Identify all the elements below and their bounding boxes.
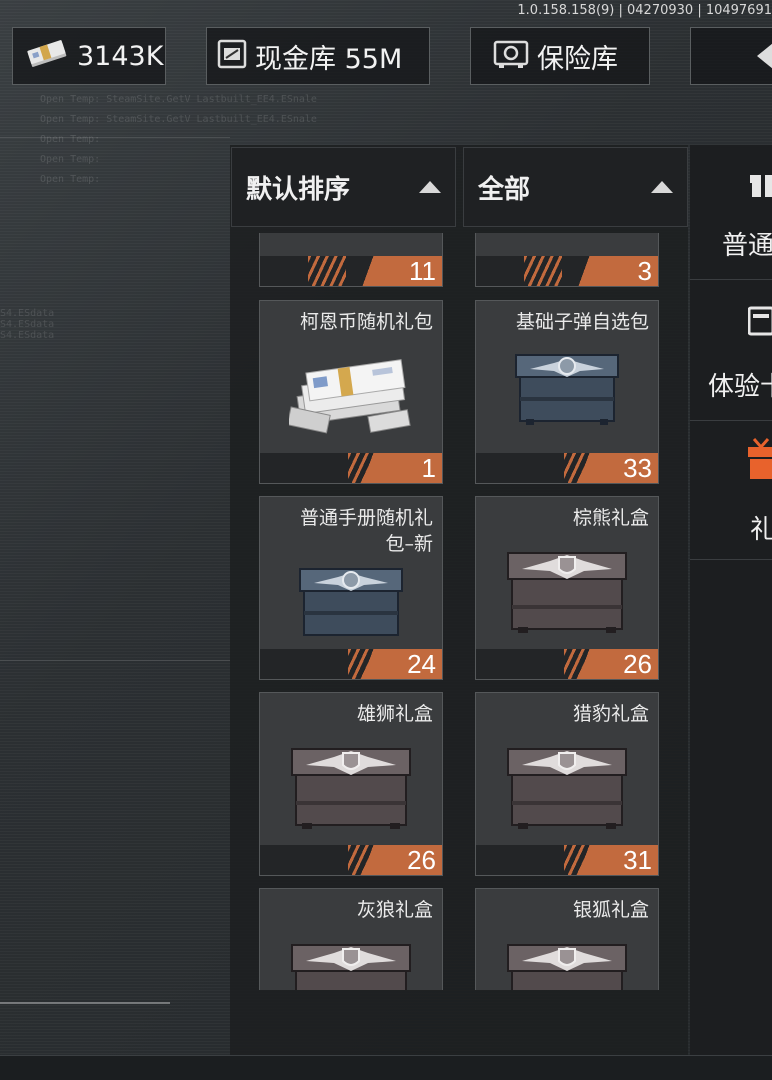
side-tab-gift[interactable]: 礼 (690, 421, 772, 560)
grey-crate-icon (286, 937, 416, 990)
count-stripes (564, 453, 602, 483)
gift-orange-icon (748, 437, 772, 485)
version-text: 1.0.158.158(9) | 04270930 | 10497691 (517, 3, 772, 18)
item-name: 灰狼礼盒 (356, 899, 433, 921)
item-card[interactable]: 基础子弹自选包 33 (475, 300, 659, 484)
back-button[interactable] (690, 27, 772, 85)
count-stripes (348, 453, 386, 483)
item-name: 猎豹礼盒 (572, 703, 649, 725)
item-count: 24 (407, 649, 436, 679)
side-tab-normal[interactable]: 普通 (690, 145, 772, 280)
item-card[interactable]: 11 (259, 233, 443, 287)
grey-crate-icon (286, 741, 416, 837)
bg-code-side: S4.ESdata S4.ESdata S4.ESdata (0, 308, 55, 341)
item-card[interactable]: 棕熊礼盒 26 (475, 496, 659, 680)
chevron-up-icon (651, 181, 673, 193)
cash-vault-button[interactable]: 现金库 55M (206, 27, 430, 85)
sort-label: 默认排序 (246, 174, 351, 205)
cash-vault-icon (217, 39, 247, 73)
item-count: 26 (623, 649, 652, 679)
item-name: 柯恩币随机礼包 (299, 311, 433, 333)
item-name: 基础子弹自选包 (515, 311, 649, 333)
money-icon (25, 36, 69, 76)
grey-crate-icon (502, 545, 632, 641)
count-stripes (348, 845, 386, 875)
item-name: 普通手册随机礼包–新 (299, 507, 433, 555)
money-bundle-icon (286, 349, 413, 439)
blue-crate-icon (512, 349, 622, 433)
item-grid[interactable]: 11 3 柯恩币随机礼包 1 基础子弹自选包 33 普通手册随机礼包–新 24 … (230, 233, 688, 990)
item-count: 26 (407, 845, 436, 875)
sort-dropdown[interactable]: 默认排序 (231, 147, 456, 227)
category-label: 全部 (478, 174, 531, 205)
item-card[interactable]: 普通手册随机礼包–新 24 (259, 496, 443, 680)
money-button[interactable]: 3143K (12, 27, 166, 85)
chevron-up-icon (419, 181, 441, 193)
bg-progress-line (0, 1002, 170, 1004)
money-value: 3143K (77, 40, 164, 72)
side-tab-label: 体验卡 (708, 372, 772, 402)
category-dropdown[interactable]: 全部 (463, 147, 688, 227)
safe-icon (493, 39, 529, 73)
item-count: 33 (623, 453, 652, 483)
item-card[interactable]: 银狐礼盒 (475, 888, 659, 990)
grey-crate-icon (502, 741, 632, 837)
bg-divider (0, 660, 230, 661)
item-card[interactable]: 猎豹礼盒 31 (475, 692, 659, 876)
side-tab-label: 礼 (750, 515, 772, 545)
item-name: 棕熊礼盒 (572, 507, 649, 529)
count-stripes (308, 256, 346, 286)
count-stripes (348, 649, 386, 679)
item-card[interactable]: 雄狮礼盒 26 (259, 692, 443, 876)
bottom-bar (0, 1055, 772, 1080)
gift-icon (750, 165, 772, 201)
item-name: 银狐礼盒 (572, 899, 649, 921)
item-count: 1 (421, 453, 436, 483)
cash-vault-label: 现金库 55M (255, 43, 403, 75)
item-card[interactable]: 3 (475, 233, 659, 287)
count-stripes (564, 649, 602, 679)
grey-crate-icon (502, 937, 632, 990)
item-name: 雄狮礼盒 (356, 703, 433, 725)
safe-label: 保险库 (537, 43, 618, 75)
count-stripes (564, 845, 602, 875)
item-card[interactable]: 柯恩币随机礼包 1 (259, 300, 443, 484)
item-count: 3 (637, 256, 652, 286)
item-card[interactable]: 灰狼礼盒 (259, 888, 443, 990)
item-count: 11 (409, 256, 436, 286)
side-tab-label: 普通 (722, 231, 772, 261)
safe-button[interactable]: 保险库 (470, 27, 650, 85)
side-tab-trial[interactable]: 体验卡 (690, 280, 772, 421)
blue-crate-icon (296, 563, 406, 647)
card-icon (747, 306, 772, 340)
back-arrow-icon (757, 43, 772, 69)
item-count: 31 (623, 845, 652, 875)
count-stripes (524, 256, 562, 286)
